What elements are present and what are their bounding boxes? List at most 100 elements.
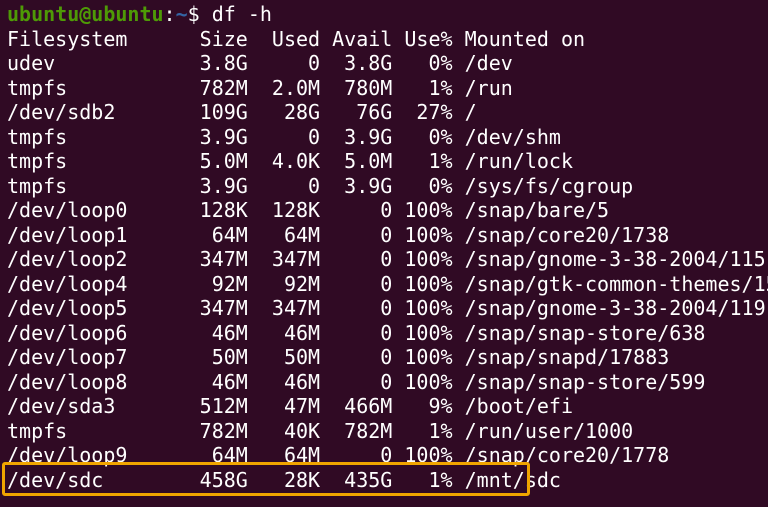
cell-used: 2.0M <box>247 75 321 100</box>
cell-use-percent: 1% <box>392 149 453 173</box>
cell-mounted-on: /run/lock <box>464 149 573 173</box>
cell-mounted-on: /sys/fs/cgroup <box>464 173 634 198</box>
cell-used: 0 <box>247 51 321 75</box>
cell-filesystem: tmpfs <box>7 124 188 149</box>
cell-avail: 76G <box>320 100 393 124</box>
cell-use-percent: 0% <box>392 173 453 198</box>
cell-avail: 0 <box>320 271 393 296</box>
cell-size: 347M <box>187 247 248 271</box>
cell-avail: 0 <box>320 222 393 247</box>
cell-size: 347M <box>187 296 248 320</box>
cell-avail: 0 <box>320 320 393 345</box>
cell-used: 0 <box>247 124 321 149</box>
cell-size: 5.0M <box>187 149 248 173</box>
table-row: /dev/loop8 46M 46M 0 100% /snap/snap-sto… <box>7 370 768 395</box>
prompt-user-host: ubuntu@ubuntu <box>7 2 164 26</box>
table-row: tmpfs 782M 2.0M 780M 1% /run <box>7 76 768 101</box>
cell-used: 47M <box>247 394 321 418</box>
cell-used: 0 <box>247 173 321 198</box>
cell-avail: 3.9G <box>320 124 393 149</box>
cell-used: 64M <box>247 222 321 247</box>
table-row: /dev/loop7 50M 50M 0 100% /snap/snapd/17… <box>7 345 768 370</box>
table-row: tmpfs 3.9G 0 3.9G 0% /sys/fs/cgroup <box>7 174 768 199</box>
cell-use-percent: 100% <box>392 247 453 271</box>
cell-mounted-on: /dev/shm <box>464 124 561 149</box>
table-row: /dev/loop6 46M 46M 0 100% /snap/snap-sto… <box>7 321 768 346</box>
cell-size: 782M <box>187 75 248 100</box>
cell-filesystem: /dev/sda3 <box>7 394 188 418</box>
cell-mounted-on: /snap/snap-store/599 <box>464 369 706 394</box>
cell-filesystem: tmpfs <box>7 173 188 198</box>
table-row: /dev/sdb2 109G 28G 76G 27% / <box>7 100 768 125</box>
cell-use-percent: 0% <box>392 124 453 149</box>
cell-used: 40K <box>247 418 321 443</box>
cell-use-percent: 100% <box>392 320 453 345</box>
cell-mounted-on: /run/user/1000 <box>464 418 634 443</box>
table-row: /dev/loop1 64M 64M 0 100% /snap/core20/1… <box>7 223 768 248</box>
table-row: /dev/sda3 512M 47M 466M 9% /boot/efi <box>7 394 768 419</box>
cell-avail: 782M <box>320 418 393 443</box>
header-used: Used <box>247 26 321 51</box>
cell-use-percent: 100% <box>392 345 453 369</box>
table-row: /dev/loop5 347M 347M 0 100% /snap/gnome-… <box>7 296 768 321</box>
cell-filesystem: /dev/sdb2 <box>7 100 188 124</box>
cell-mounted-on: /snap/snapd/17883 <box>464 345 670 369</box>
prompt-command: df -h <box>211 2 272 26</box>
cell-mounted-on: /snap/bare/5 <box>464 198 610 222</box>
cell-use-percent: 1% <box>392 75 453 100</box>
cell-size: 782M <box>187 418 248 443</box>
cell-avail: 3.8G <box>320 51 393 75</box>
cell-use-percent: 100% <box>392 369 453 394</box>
prompt-symbol: $ <box>187 2 212 26</box>
cell-avail: 0 <box>320 369 393 394</box>
table-row: tmpfs 3.9G 0 3.9G 0% /dev/shm <box>7 125 768 150</box>
terminal-window[interactable]: ubuntu@ubuntu:~$ df -h Filesystem Size U… <box>0 0 768 507</box>
cell-used: 347M <box>247 296 321 320</box>
cell-use-percent: 100% <box>392 198 453 222</box>
cell-use-percent: 100% <box>392 296 453 320</box>
table-row: /dev/loop2 347M 347M 0 100% /snap/gnome-… <box>7 247 768 272</box>
cell-size: 3.8G <box>187 51 248 75</box>
table-row: tmpfs 5.0M 4.0K 5.0M 1% /run/lock <box>7 149 768 174</box>
cell-used: 28G <box>247 100 321 124</box>
prompt-colon: : <box>163 2 176 26</box>
cell-size: 3.9G <box>187 173 248 198</box>
cell-avail: 780M <box>320 75 393 100</box>
cell-mounted-on: /snap/gnome-3-38-2004/119 <box>464 296 766 320</box>
cell-filesystem: udev <box>7 51 188 75</box>
cell-use-percent: 27% <box>392 100 453 124</box>
cell-used: 347M <box>247 247 321 271</box>
cell-filesystem: tmpfs <box>7 149 188 173</box>
cell-size: 64M <box>187 222 248 247</box>
header-size: Size <box>187 26 248 51</box>
cell-used: 46M <box>247 320 321 345</box>
cell-mounted-on: /snap/gtk-common-themes/1535 <box>464 271 768 296</box>
cell-filesystem: tmpfs <box>7 418 188 443</box>
cell-use-percent: 9% <box>392 394 453 418</box>
cell-used: 46M <box>247 369 321 394</box>
cell-size: 92M <box>187 271 248 296</box>
cell-filesystem: /dev/loop4 <box>7 271 188 296</box>
prompt-line: ubuntu@ubuntu:~$ df -h <box>7 2 768 27</box>
cell-filesystem: /dev/loop1 <box>7 222 188 247</box>
cell-filesystem: /dev/loop7 <box>7 345 188 369</box>
cell-use-percent: 1% <box>392 418 453 443</box>
cell-mounted-on: /run <box>464 75 513 100</box>
cell-filesystem: /dev/loop2 <box>7 247 188 271</box>
cell-used: 4.0K <box>247 149 321 173</box>
cell-size: 50M <box>187 345 248 369</box>
header-use-percent: Use% <box>392 26 453 51</box>
table-row: udev 3.8G 0 3.8G 0% /dev <box>7 51 768 76</box>
cell-used: 92M <box>247 271 321 296</box>
cell-used: 50M <box>247 345 321 369</box>
cell-avail: 5.0M <box>320 149 393 173</box>
cell-filesystem: tmpfs <box>7 75 188 100</box>
cell-use-percent: 0% <box>392 51 453 75</box>
cell-avail: 3.9G <box>320 173 393 198</box>
cell-mounted-on: /snap/gnome-3-38-2004/115 <box>464 247 766 271</box>
cell-size: 109G <box>187 100 248 124</box>
cell-filesystem: /dev/loop6 <box>7 320 188 345</box>
cell-size: 128K <box>187 198 248 222</box>
cell-mounted-on: / <box>464 100 477 124</box>
prompt-path: ~ <box>175 2 188 26</box>
